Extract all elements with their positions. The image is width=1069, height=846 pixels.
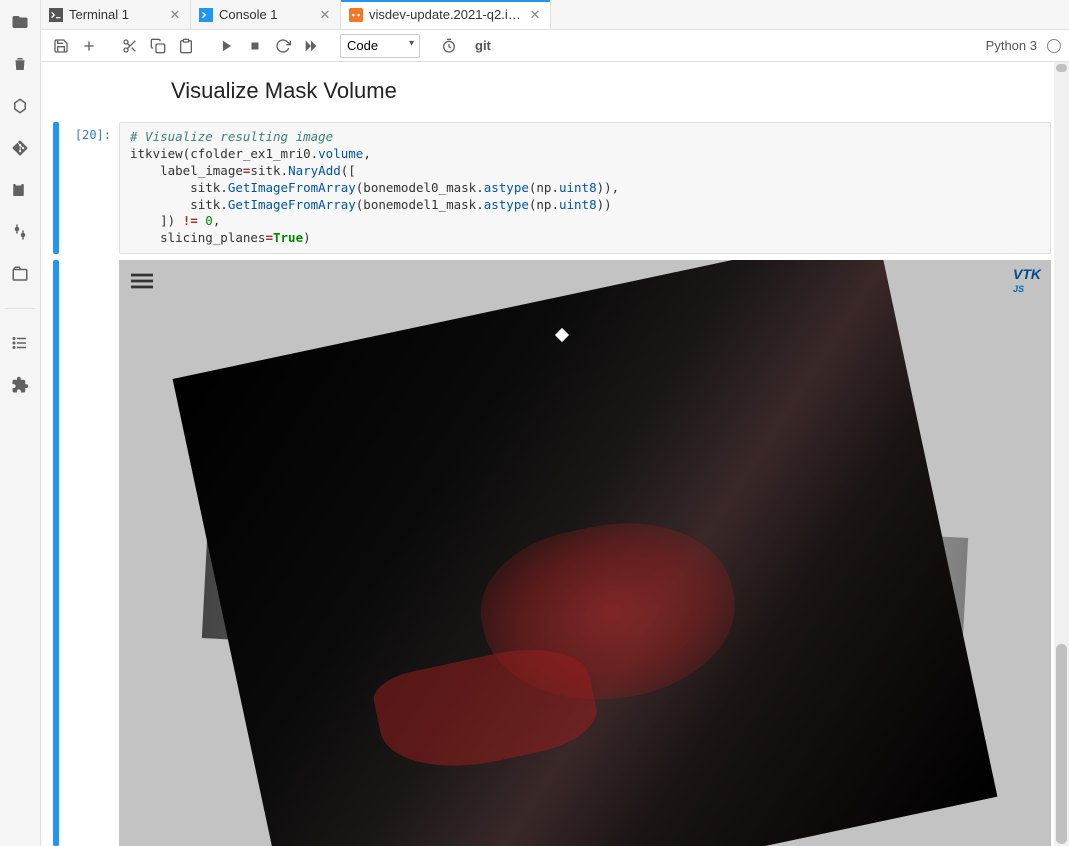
git-button[interactable]: git (471, 38, 495, 53)
cell-prompt: [20]: (65, 122, 119, 254)
close-icon[interactable]: ✕ (168, 8, 182, 22)
tab-label: visdev-update.2021-q2.ipynb (369, 7, 522, 22)
cell-type-dropdown[interactable]: Code (340, 34, 420, 58)
section-heading: Visualize Mask Volume (171, 78, 1069, 104)
tasks-icon[interactable] (8, 178, 32, 202)
close-icon[interactable]: ✕ (318, 8, 332, 22)
trash-icon[interactable] (8, 52, 32, 76)
slice-plane-axial (173, 260, 998, 846)
tab-bar: Terminal 1 ✕ Console 1 ✕ visdev-update.2… (41, 0, 1069, 30)
cell-type-select[interactable]: Code (340, 34, 420, 58)
timing-button[interactable] (437, 34, 461, 58)
code-cell[interactable]: [20]: # Visualize resulting image itkvie… (53, 122, 1051, 254)
kernel-name[interactable]: Python 3 (986, 38, 1037, 53)
run-button[interactable] (215, 34, 239, 58)
stop-button[interactable] (243, 34, 267, 58)
activity-sidebar (0, 0, 41, 846)
git-icon[interactable] (8, 136, 32, 160)
code-input[interactable]: # Visualize resulting image itkview(cfol… (119, 122, 1051, 254)
tab-notebook[interactable]: visdev-update.2021-q2.ipynb ✕ (341, 0, 551, 29)
output-cell: VTKJS (53, 260, 1051, 846)
copy-button[interactable] (146, 34, 170, 58)
tab-console[interactable]: Console 1 ✕ (191, 0, 341, 29)
cut-button[interactable] (118, 34, 142, 58)
paste-button[interactable] (174, 34, 198, 58)
sidebar-separator (5, 308, 35, 309)
toc-icon[interactable] (8, 331, 32, 355)
restart-button[interactable] (271, 34, 295, 58)
scroll-up-icon[interactable] (1056, 64, 1067, 72)
close-icon[interactable]: ✕ (528, 8, 542, 22)
tab-label: Console 1 (219, 7, 312, 22)
settings-icon[interactable] (8, 220, 32, 244)
save-button[interactable] (49, 34, 73, 58)
folder-icon[interactable] (8, 10, 32, 34)
notebook-toolbar: Code git Python 3 (41, 30, 1069, 62)
scroll-thumb[interactable] (1056, 644, 1067, 844)
tab-terminal[interactable]: Terminal 1 ✕ (41, 0, 191, 29)
notebook-icon (349, 8, 363, 22)
kernel-status-icon[interactable] (1047, 39, 1061, 53)
extension-icon[interactable] (8, 373, 32, 397)
cell-gutter (53, 122, 59, 254)
vtkjs-logo: VTKJS (1013, 268, 1041, 293)
tabs-icon[interactable] (8, 262, 32, 286)
hamburger-icon[interactable] (131, 270, 153, 295)
scrollbar[interactable] (1054, 62, 1069, 846)
run-all-button[interactable] (299, 34, 323, 58)
notebook-area[interactable]: Visualize Mask Volume [20]: # Visualize … (41, 62, 1069, 846)
add-cell-button[interactable] (77, 34, 101, 58)
cell-gutter (53, 260, 59, 846)
running-icon[interactable] (8, 94, 32, 118)
console-icon (199, 8, 213, 22)
terminal-icon (49, 8, 63, 22)
tab-label: Terminal 1 (69, 7, 162, 22)
vtk-viewer[interactable]: VTKJS (119, 260, 1051, 846)
